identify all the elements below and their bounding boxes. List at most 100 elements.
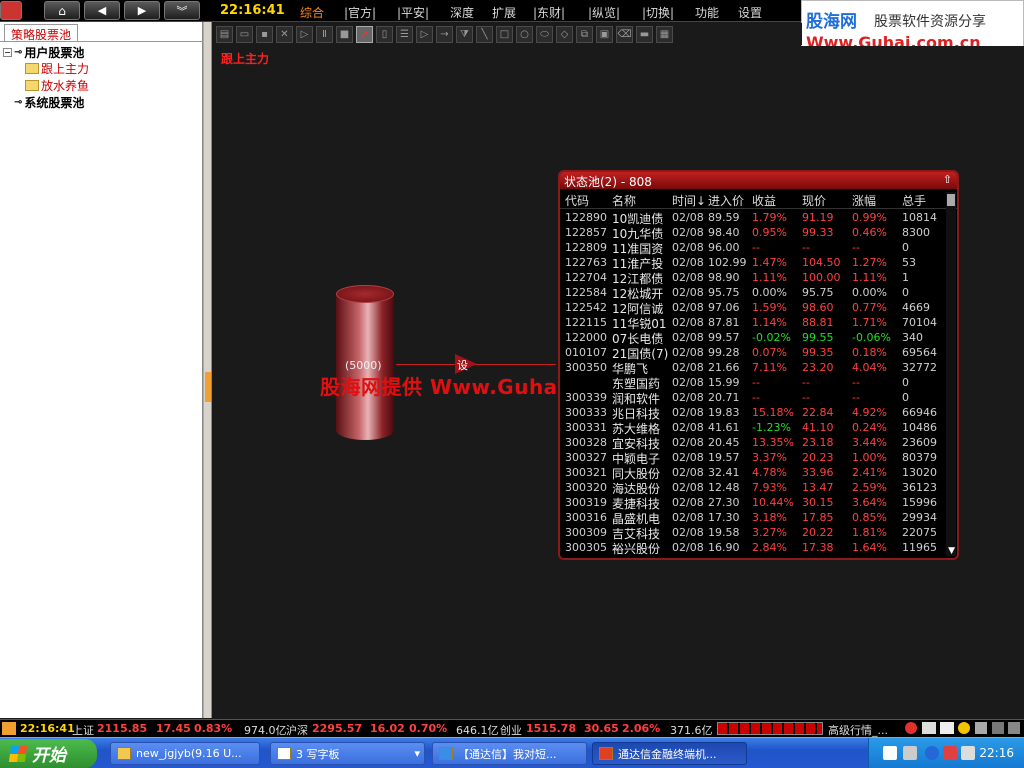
grid-icon[interactable]: ▦ (656, 25, 673, 43)
task-tdx-terminal[interactable]: 通达信金融终端机... (592, 742, 747, 765)
play-icon[interactable]: ▷ (296, 25, 313, 43)
language-icon[interactable] (903, 746, 917, 760)
keyboard-icon[interactable] (883, 746, 897, 760)
antivirus-icon[interactable] (943, 746, 957, 760)
home-button[interactable]: ⌂ (44, 1, 80, 20)
message-icon[interactable] (922, 722, 936, 734)
menu-zonghe[interactable]: 综合 (300, 4, 324, 21)
table-row[interactable]: 300309 吉艾科技 02/08 19.58 3.27% 20.22 1.81% 22075 (560, 525, 945, 541)
tree-item-follow-main[interactable]: 跟上主力 (25, 60, 89, 77)
refresh-icon[interactable] (905, 722, 917, 734)
paste-icon[interactable]: ▣ (596, 25, 613, 43)
col-name[interactable]: 名称 (612, 192, 636, 209)
diamond-icon[interactable]: ◇ (556, 25, 573, 43)
table-row[interactable]: 122584 12松城开 02/08 95.75 0.00% 95.75 0.00% 0 (560, 285, 945, 301)
back-button[interactable]: ◀ (84, 1, 120, 20)
copy-icon[interactable]: ⧉ (576, 25, 593, 43)
collapse-icon[interactable]: − (3, 48, 12, 57)
network-icon[interactable] (961, 746, 975, 760)
forward-button[interactable]: ▶ (124, 1, 160, 20)
line-icon[interactable]: ╲ (476, 25, 493, 43)
col-entry-price[interactable]: 进入价 (708, 192, 744, 209)
menu-zonglan[interactable]: |纵览| (588, 4, 620, 21)
delete-icon[interactable]: ✕ (276, 25, 293, 43)
menu-qiehuan[interactable]: |切换| (642, 4, 674, 21)
table-row[interactable]: 010107 21国债(7) 02/08 99.28 0.07% 99.35 0.18% 69… (560, 345, 945, 361)
arrow-icon[interactable]: → (436, 25, 453, 43)
table-row[interactable]: 300350 华鹏飞 02/08 21.66 7.11% 23.20 4.04% 32772 (560, 360, 945, 376)
menu-guanfang[interactable]: |官方| (344, 4, 376, 21)
col-time[interactable]: 时间↓ (672, 192, 706, 209)
table-row[interactable]: 122857 10九华债 02/08 98.40 0.95% 99.33 0.46% 8300 (560, 225, 945, 241)
app-logo-icon[interactable] (0, 1, 22, 20)
splitter-handle[interactable] (205, 372, 211, 402)
pointer-icon[interactable]: ➚ (356, 25, 373, 43)
rect-icon[interactable]: □ (496, 25, 513, 43)
open-icon[interactable]: ▭ (236, 25, 253, 43)
ellipse-icon[interactable]: ⬭ (536, 25, 553, 43)
pool-scrollbar[interactable] (946, 192, 956, 556)
collapse-up-icon[interactable]: ⇧ (943, 173, 952, 186)
table-row[interactable]: 300321 同大股份 02/08 32.41 4.78% 33.96 2.41% 13020 (560, 465, 945, 481)
coin-icon[interactable] (958, 722, 970, 734)
menu-shezhi[interactable]: 设置 (738, 4, 762, 21)
menu-shendu[interactable]: 深度 (450, 4, 474, 21)
scroll-thumb[interactable] (947, 194, 955, 206)
new-icon[interactable]: ▤ (216, 25, 233, 43)
scroll-down-icon[interactable]: ▼ (948, 546, 955, 556)
table-row[interactable]: 122542 12阿信诚 02/08 97.06 1.59% 98.60 0.77% 4669 (560, 300, 945, 316)
table-row[interactable]: 300319 麦捷科技 02/08 27.30 10.44% 30.15 3.64% 1599… (560, 495, 945, 511)
tab-strategy-pool[interactable]: 策略股票池 (4, 24, 79, 42)
col-code[interactable]: 代码 (565, 192, 589, 209)
table-row[interactable]: 122763 11淮产投 02/08 102.99 1.47% 104.50 1.27% 53 (560, 255, 945, 271)
table-row[interactable]: 300328 宜安科技 02/08 20.45 13.35% 23.18 3.44% 2360… (560, 435, 945, 451)
table-row[interactable]: 300316 晶盛机电 02/08 17.30 3.18% 17.85 0.85% 29934 (560, 510, 945, 526)
task-explorer[interactable]: new_jgjyb(9.16 U... (110, 742, 260, 765)
task-browser[interactable]: 【通达信】我对短... (432, 742, 587, 765)
menu-kuozhan[interactable]: 扩展 (492, 4, 516, 21)
table-row[interactable]: 300331 苏大维格 02/08 41.61 -1.23% 41.10 0.24% 1048… (560, 420, 945, 436)
menu-pingan[interactable]: |平安| (397, 4, 429, 21)
triangle-icon[interactable]: ▷ (416, 25, 433, 43)
table-row[interactable]: 122000 07长电债 02/08 99.57 -0.02% 99.55 -0.06% 34… (560, 330, 945, 346)
col-price[interactable]: 现价 (802, 192, 826, 209)
save-icon[interactable]: ▪ (256, 25, 273, 43)
table-row[interactable]: 300320 海达股份 02/08 12.48 7.93% 13.47 2.59% 36123 (560, 480, 945, 496)
trash-icon[interactable]: ⌫ (616, 25, 633, 43)
menu-dongcai[interactable]: |东财| (533, 4, 565, 21)
back-circle-icon[interactable] (925, 746, 939, 760)
stop-icon[interactable]: ■ (336, 25, 353, 43)
task-wordpad[interactable]: 3 写字板 ▾ (270, 742, 425, 765)
status-menu-icon[interactable] (2, 722, 16, 735)
col-profit[interactable]: 收益 (752, 192, 776, 209)
panel-splitter[interactable] (203, 22, 212, 718)
table-row[interactable]: 122704 12江都债 02/08 98.90 1.11% 100.00 1.11% 1 (560, 270, 945, 286)
menu-gongneng[interactable]: 功能 (695, 4, 719, 21)
minus-icon[interactable]: ▬ (636, 25, 653, 43)
start-button[interactable]: 开始 (0, 739, 97, 768)
table-row[interactable]: 300333 兆日科技 02/08 19.83 15.18% 22.84 4.92% 6694… (560, 405, 945, 421)
settings-icon[interactable] (1008, 722, 1020, 734)
lock-icon[interactable] (992, 722, 1004, 734)
table-row[interactable]: 122809 11准国资 02/08 96.00 -- -- -- 0 (560, 240, 945, 256)
table-row[interactable]: 东塑国药 02/08 15.99 -- -- -- 0 (560, 375, 945, 391)
table-row[interactable]: 122890 10凯迪债 02/08 89.59 1.79% 91.19 0.99% 1081… (560, 210, 945, 226)
table-row[interactable]: 122115 11华锐01 02/08 87.81 1.14% 88.81 1.71% 701… (560, 315, 945, 331)
tree-user-pool[interactable]: − ⊸ 用户股票池 (3, 44, 84, 61)
col-change[interactable]: 涨幅 (852, 192, 876, 209)
shape-icon[interactable]: ▯ (376, 25, 393, 43)
table-row[interactable]: 300339 润和软件 02/08 20.71 -- -- -- 0 (560, 390, 945, 406)
tree-system-pool[interactable]: ⊸ 系统股票池 (14, 94, 84, 111)
signal-icon[interactable] (975, 722, 987, 734)
calendar-icon[interactable] (940, 722, 954, 734)
pool-header[interactable]: 状态池(2) - 808 ⇧ (560, 172, 957, 189)
filter-icon[interactable]: ⧩ (456, 25, 473, 43)
circle-icon[interactable]: ○ (516, 25, 533, 43)
pause-icon[interactable]: Ⅱ (316, 25, 333, 43)
tree-item-raise-fish[interactable]: 放水养鱼 (25, 77, 89, 94)
table-row[interactable]: 300327 中颖电子 02/08 19.57 3.37% 20.23 1.00% 80379 (560, 450, 945, 466)
col-volume[interactable]: 总手 (902, 192, 926, 209)
feed-status[interactable]: 高级行情_... (828, 722, 888, 738)
list-icon[interactable]: ☰ (396, 25, 413, 43)
expand-button[interactable]: ︾ (164, 1, 200, 20)
